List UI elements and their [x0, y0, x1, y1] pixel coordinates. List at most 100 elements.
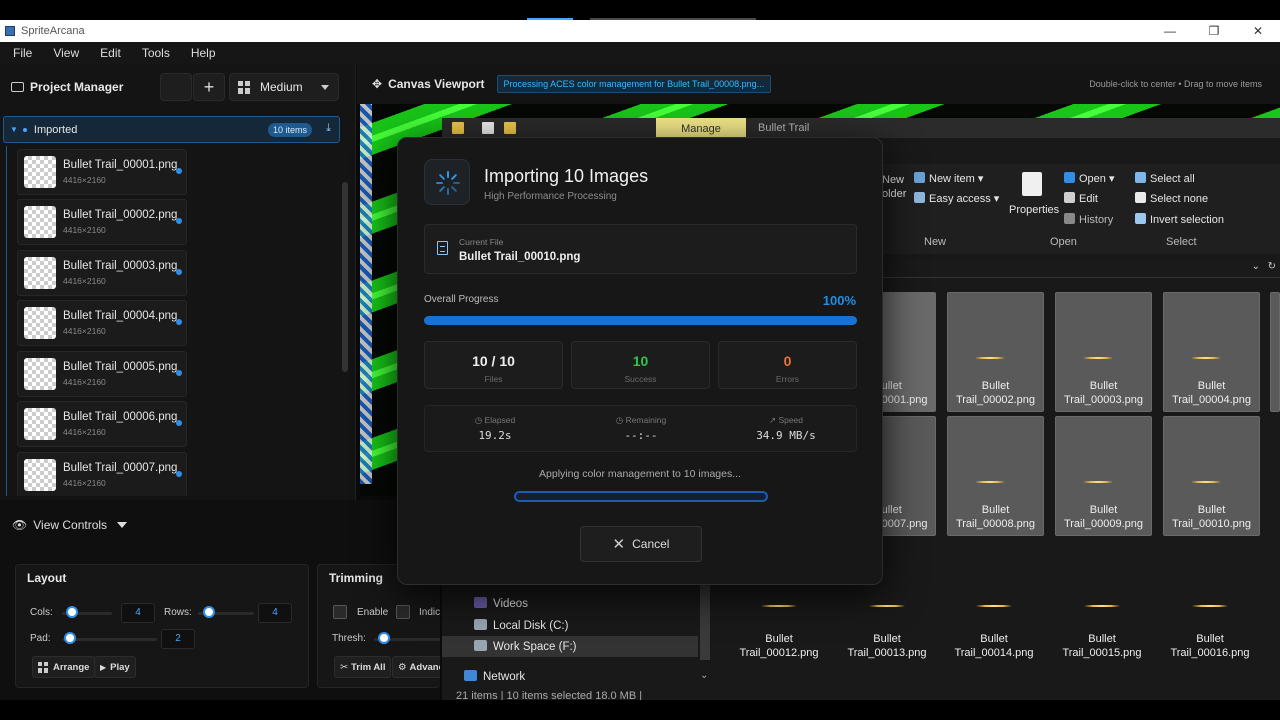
file-tile[interactable]: Bullet Trail_00016.png	[1170, 590, 1267, 670]
invert-selection-label: Invert selection	[1150, 214, 1224, 226]
rows-label: Rows:	[164, 607, 192, 618]
layout-panel: Layout Cols: 4 Rows: 4 Pad: 2 Arrange ▶ P…	[15, 564, 309, 688]
pad-slider-track[interactable]	[62, 638, 157, 641]
list-item[interactable]: Bullet Trail_00005.png 4416×2160	[17, 351, 187, 397]
list-item[interactable]: Bullet Trail_00007.png 4416×2160	[17, 452, 187, 496]
advanced-button[interactable]: ⚙Advanc	[392, 656, 440, 678]
videos-icon	[474, 597, 487, 608]
top-strip	[0, 0, 1280, 20]
file-list-scrollbar[interactable]	[342, 182, 348, 372]
select-none-label: Select none	[1150, 193, 1209, 205]
properties-button[interactable]: Properties	[1009, 204, 1059, 216]
thumbnail-size-select[interactable]: Medium	[229, 73, 339, 101]
file-tile[interactable]: Bullet Trail_00004.png	[1163, 292, 1260, 412]
refresh-icon[interactable]: ↻	[1268, 261, 1276, 272]
select-none-button[interactable]: Select none	[1135, 192, 1208, 205]
file-tile[interactable]: Bullet Trail_00002.png	[947, 292, 1044, 412]
rows-input[interactable]: 4	[258, 603, 292, 623]
file-name: Bullet Trail_00005.png	[63, 361, 178, 373]
bullet-trail-preview	[1191, 481, 1221, 483]
menu-edit[interactable]: Edit	[100, 46, 121, 60]
chevron-down-icon[interactable]: ⌄	[700, 670, 708, 681]
bullet-trail-preview	[761, 605, 797, 607]
menu-file[interactable]: File	[13, 46, 32, 60]
bullet-trail-preview	[1192, 605, 1228, 607]
file-tile[interactable]: Bullet Trail_00014.png	[954, 590, 1051, 670]
history-button[interactable]: History	[1064, 213, 1113, 226]
file-tile[interactable]: Bullet Trail_00013.png	[847, 590, 944, 670]
list-item[interactable]: Bullet Trail_00003.png 4416×2160	[17, 250, 187, 296]
nav-local-disk[interactable]: Local Disk (C:)	[474, 619, 568, 632]
nav-scrollbar[interactable]	[700, 584, 710, 660]
thumbnail	[24, 358, 56, 390]
title-bar: SpriteArcana — ❐ ✕	[0, 20, 1280, 42]
chevron-down-icon[interactable]: ⌄	[1252, 261, 1260, 272]
list-item[interactable]: Bullet Trail_00001.png 4416×2160	[17, 149, 187, 195]
easy-access-button[interactable]: Easy access ▾	[914, 192, 999, 205]
open-folder-button[interactable]	[160, 73, 192, 101]
tab-manage[interactable]: Manage	[656, 118, 746, 138]
view-controls-toggle[interactable]: 👁 View Controls	[0, 500, 440, 550]
menu-help[interactable]: Help	[191, 46, 216, 60]
close-button[interactable]: ✕	[1236, 20, 1280, 42]
new-folder-label-b[interactable]: older	[882, 188, 906, 200]
pad-slider-thumb[interactable]	[64, 632, 76, 644]
arrange-button[interactable]: Arrange	[32, 656, 96, 678]
file-tile[interactable]: Bullet Trail_00015.png	[1062, 590, 1159, 670]
trend-icon: ↗	[768, 415, 779, 425]
nav-network[interactable]: Network	[464, 670, 525, 683]
enable-checkbox[interactable]	[333, 605, 347, 619]
indicator-label: Indic	[419, 607, 440, 618]
import-dialog: Importing 10 Images High Performance Pro…	[397, 137, 883, 585]
nav-work-space[interactable]: Work Space (F:)	[474, 640, 577, 653]
speed-stat: ↗ Speed 34.9 MB/s	[716, 415, 856, 442]
play-button[interactable]: ▶ Play	[94, 656, 136, 678]
bottom-strip	[0, 700, 1280, 720]
group-open-label: Open	[1050, 236, 1077, 248]
file-tile[interactable]: Bullet Trail_00010.png	[1163, 416, 1260, 536]
file-tile[interactable]: Bullet Trail_00009.png	[1055, 416, 1152, 536]
file-name: Bullet Trail_00001.png	[63, 159, 178, 171]
status-dot	[176, 218, 182, 224]
overall-progress-label: Overall Progress	[424, 294, 499, 305]
spinner-icon	[436, 171, 460, 195]
list-item[interactable]: Bullet Trail_00004.png 4416×2160	[17, 300, 187, 346]
list-item[interactable]: Bullet Trail_00006.png 4416×2160	[17, 401, 187, 447]
explorer-address-bar[interactable]: ⌄ ↻	[882, 260, 1280, 278]
timing-panel: ◷ Elapsed 19.2s ◷ Remaining --:-- ↗ Spee…	[424, 405, 857, 452]
tile-label: Bullet Trail_00004.png	[1171, 380, 1252, 406]
thumbnail	[24, 156, 56, 188]
file-dims: 4416×2160	[63, 175, 106, 185]
file-tile[interactable]: Bullet Trail_00012.png	[739, 590, 836, 670]
open-button[interactable]: Open ▾	[1064, 172, 1115, 185]
maximize-button[interactable]: ❐	[1192, 20, 1236, 42]
menu-tools[interactable]: Tools	[142, 46, 170, 60]
invert-selection-button[interactable]: Invert selection	[1135, 213, 1224, 226]
pad-input[interactable]: 2	[161, 629, 195, 649]
cols-slider-thumb[interactable]	[66, 606, 78, 618]
file-tile[interactable]: Bullet Trail_00008.png	[947, 416, 1044, 536]
edit-button[interactable]: Edit	[1064, 192, 1098, 205]
cancel-button[interactable]: ✕ Cancel	[580, 526, 702, 562]
group-select-label: Select	[1166, 236, 1197, 248]
add-button[interactable]: +	[193, 73, 225, 101]
easy-access-icon	[914, 192, 925, 203]
menu-view[interactable]: View	[53, 46, 79, 60]
indicator-checkbox[interactable]	[396, 605, 410, 619]
download-icon[interactable]: ⤓	[326, 122, 331, 135]
group-new-label: New	[924, 236, 947, 248]
list-item[interactable]: Bullet Trail_00002.png 4416×2160	[17, 199, 187, 245]
new-item-button[interactable]: New item ▾	[914, 172, 983, 185]
file-tile-partial[interactable]	[1270, 292, 1280, 412]
folder-imported[interactable]: ▼ Imported 10 items ⤓	[3, 116, 340, 143]
new-folder-label-a[interactable]: New	[882, 174, 904, 186]
select-all-button[interactable]: Select all	[1135, 172, 1195, 185]
properties-icon	[1022, 172, 1042, 196]
trim-all-button[interactable]: ✂ Trim All	[334, 656, 392, 678]
thresh-slider-thumb[interactable]	[378, 632, 390, 644]
cols-input[interactable]: 4	[121, 603, 155, 623]
rows-slider-thumb[interactable]	[203, 606, 215, 618]
minimize-button[interactable]: —	[1148, 20, 1192, 42]
file-tile[interactable]: Bullet Trail_00003.png	[1055, 292, 1152, 412]
nav-videos[interactable]: Videos	[474, 597, 528, 610]
